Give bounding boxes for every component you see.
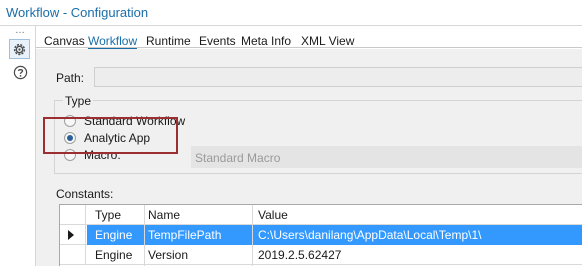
type-label: Type <box>63 94 94 108</box>
tab-events[interactable]: Events <box>199 34 236 48</box>
column-header-value[interactable]: Value <box>258 208 288 222</box>
column-header-name[interactable]: Name <box>148 208 180 222</box>
annotation-highlight-box <box>43 117 178 154</box>
path-label: Path: <box>56 71 85 85</box>
current-row-arrow-icon <box>68 230 74 240</box>
tab-meta-info[interactable]: Meta Info <box>241 34 291 48</box>
table-row[interactable]: Engine Version 2019.2.5.62427 <box>60 245 582 265</box>
help-icon[interactable] <box>13 65 28 80</box>
cell-name[interactable]: Version <box>148 248 188 262</box>
tab-canvas[interactable]: Canvas <box>44 34 85 48</box>
cell-type[interactable]: Engine <box>95 228 132 242</box>
table-row[interactable]: Engine TempFilePath C:\Users\danilang\Ap… <box>60 225 582 245</box>
column-divider <box>144 205 145 266</box>
macro-type-select[interactable]: Standard Macro <box>191 146 582 168</box>
column-divider <box>252 205 253 266</box>
tab-xml-view[interactable]: XML View <box>301 34 354 48</box>
row-selector[interactable] <box>60 225 86 245</box>
gear-icon[interactable] <box>9 39 30 59</box>
table-header: Type Name Value <box>60 205 582 225</box>
title-bar: Workflow - Configuration <box>0 0 582 26</box>
workflow-panel: Path: Type Standard Workflow Analytic Ap… <box>36 49 582 266</box>
macro-type-value: Standard Macro <box>195 151 281 165</box>
tab-bar: Canvas Workflow Runtime Events Meta Info… <box>36 26 582 49</box>
tab-workflow[interactable]: Workflow <box>88 34 138 49</box>
constants-label: Constants: <box>56 187 114 201</box>
cell-value[interactable]: C:\Users\danilang\AppData\Local\Temp\1\ <box>258 228 481 242</box>
window-title: Workflow - Configuration <box>6 5 149 20</box>
cell-value[interactable]: 2019.2.5.62427 <box>258 248 341 262</box>
path-field[interactable] <box>94 67 582 87</box>
cell-type[interactable]: Engine <box>95 248 132 262</box>
row-selector[interactable] <box>60 245 86 265</box>
constants-table: Type Name Value Engine TempFilePath C:\U… <box>59 204 582 266</box>
column-header-type[interactable]: Type <box>95 208 121 222</box>
row-header-corner <box>60 205 86 225</box>
cell-name[interactable]: TempFilePath <box>148 228 221 242</box>
left-rail: … <box>0 26 36 266</box>
overflow-dots-icon[interactable]: … <box>15 26 25 36</box>
tab-runtime[interactable]: Runtime <box>146 34 191 48</box>
